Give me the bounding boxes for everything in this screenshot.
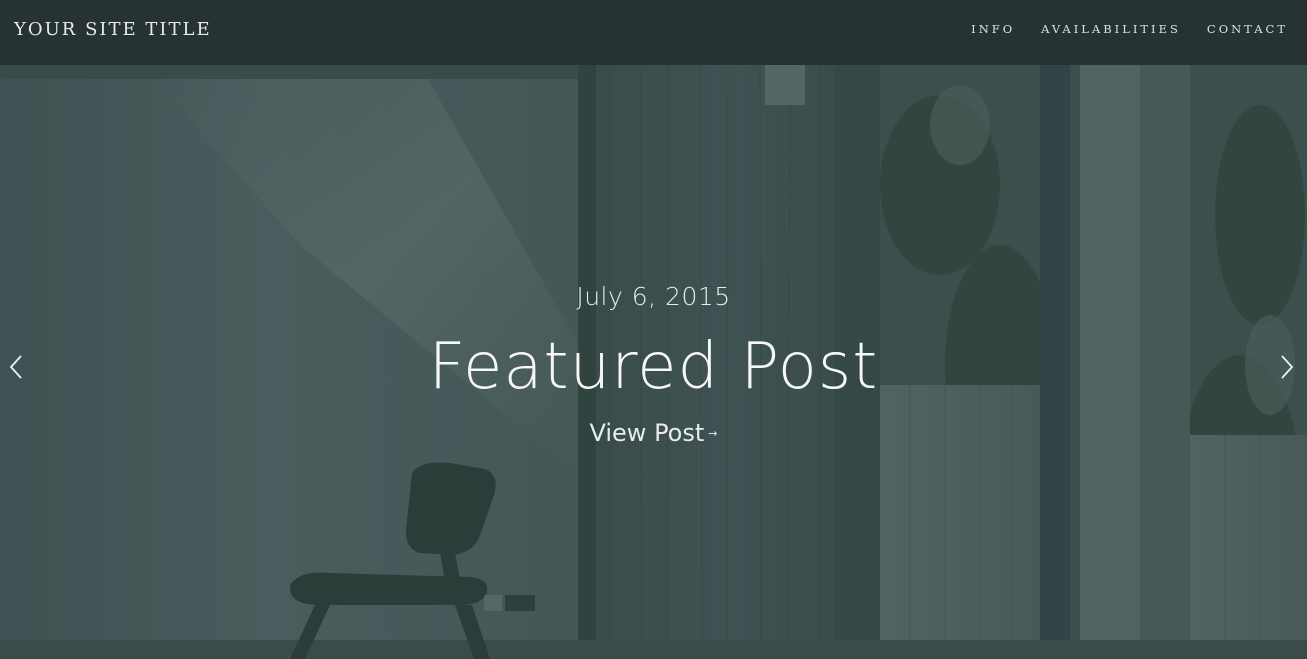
chevron-right-icon xyxy=(1281,355,1294,379)
view-post-container: View Post → xyxy=(0,419,1307,447)
slider-prev-button[interactable] xyxy=(5,352,27,382)
arrow-right-icon: → xyxy=(708,427,718,440)
main-nav: INFO AVAILABILITIES CONTACT xyxy=(945,22,1288,36)
nav-item-contact[interactable]: CONTACT xyxy=(1207,22,1288,36)
slider-next-button[interactable] xyxy=(1276,352,1298,382)
site-header: YOUR SITE TITLE INFO AVAILABILITIES CONT… xyxy=(0,0,1307,65)
view-post-link[interactable]: View Post xyxy=(589,419,704,447)
nav-item-availabilities[interactable]: AVAILABILITIES xyxy=(1041,22,1181,36)
page: YOUR SITE TITLE INFO AVAILABILITIES CONT… xyxy=(0,0,1307,659)
nav-item-info[interactable]: INFO xyxy=(971,22,1015,36)
site-title[interactable]: YOUR SITE TITLE xyxy=(14,19,212,40)
chevron-left-icon xyxy=(9,355,22,379)
post-title[interactable]: Featured Post xyxy=(0,330,1307,404)
post-date: July 6, 2015 xyxy=(576,282,731,311)
